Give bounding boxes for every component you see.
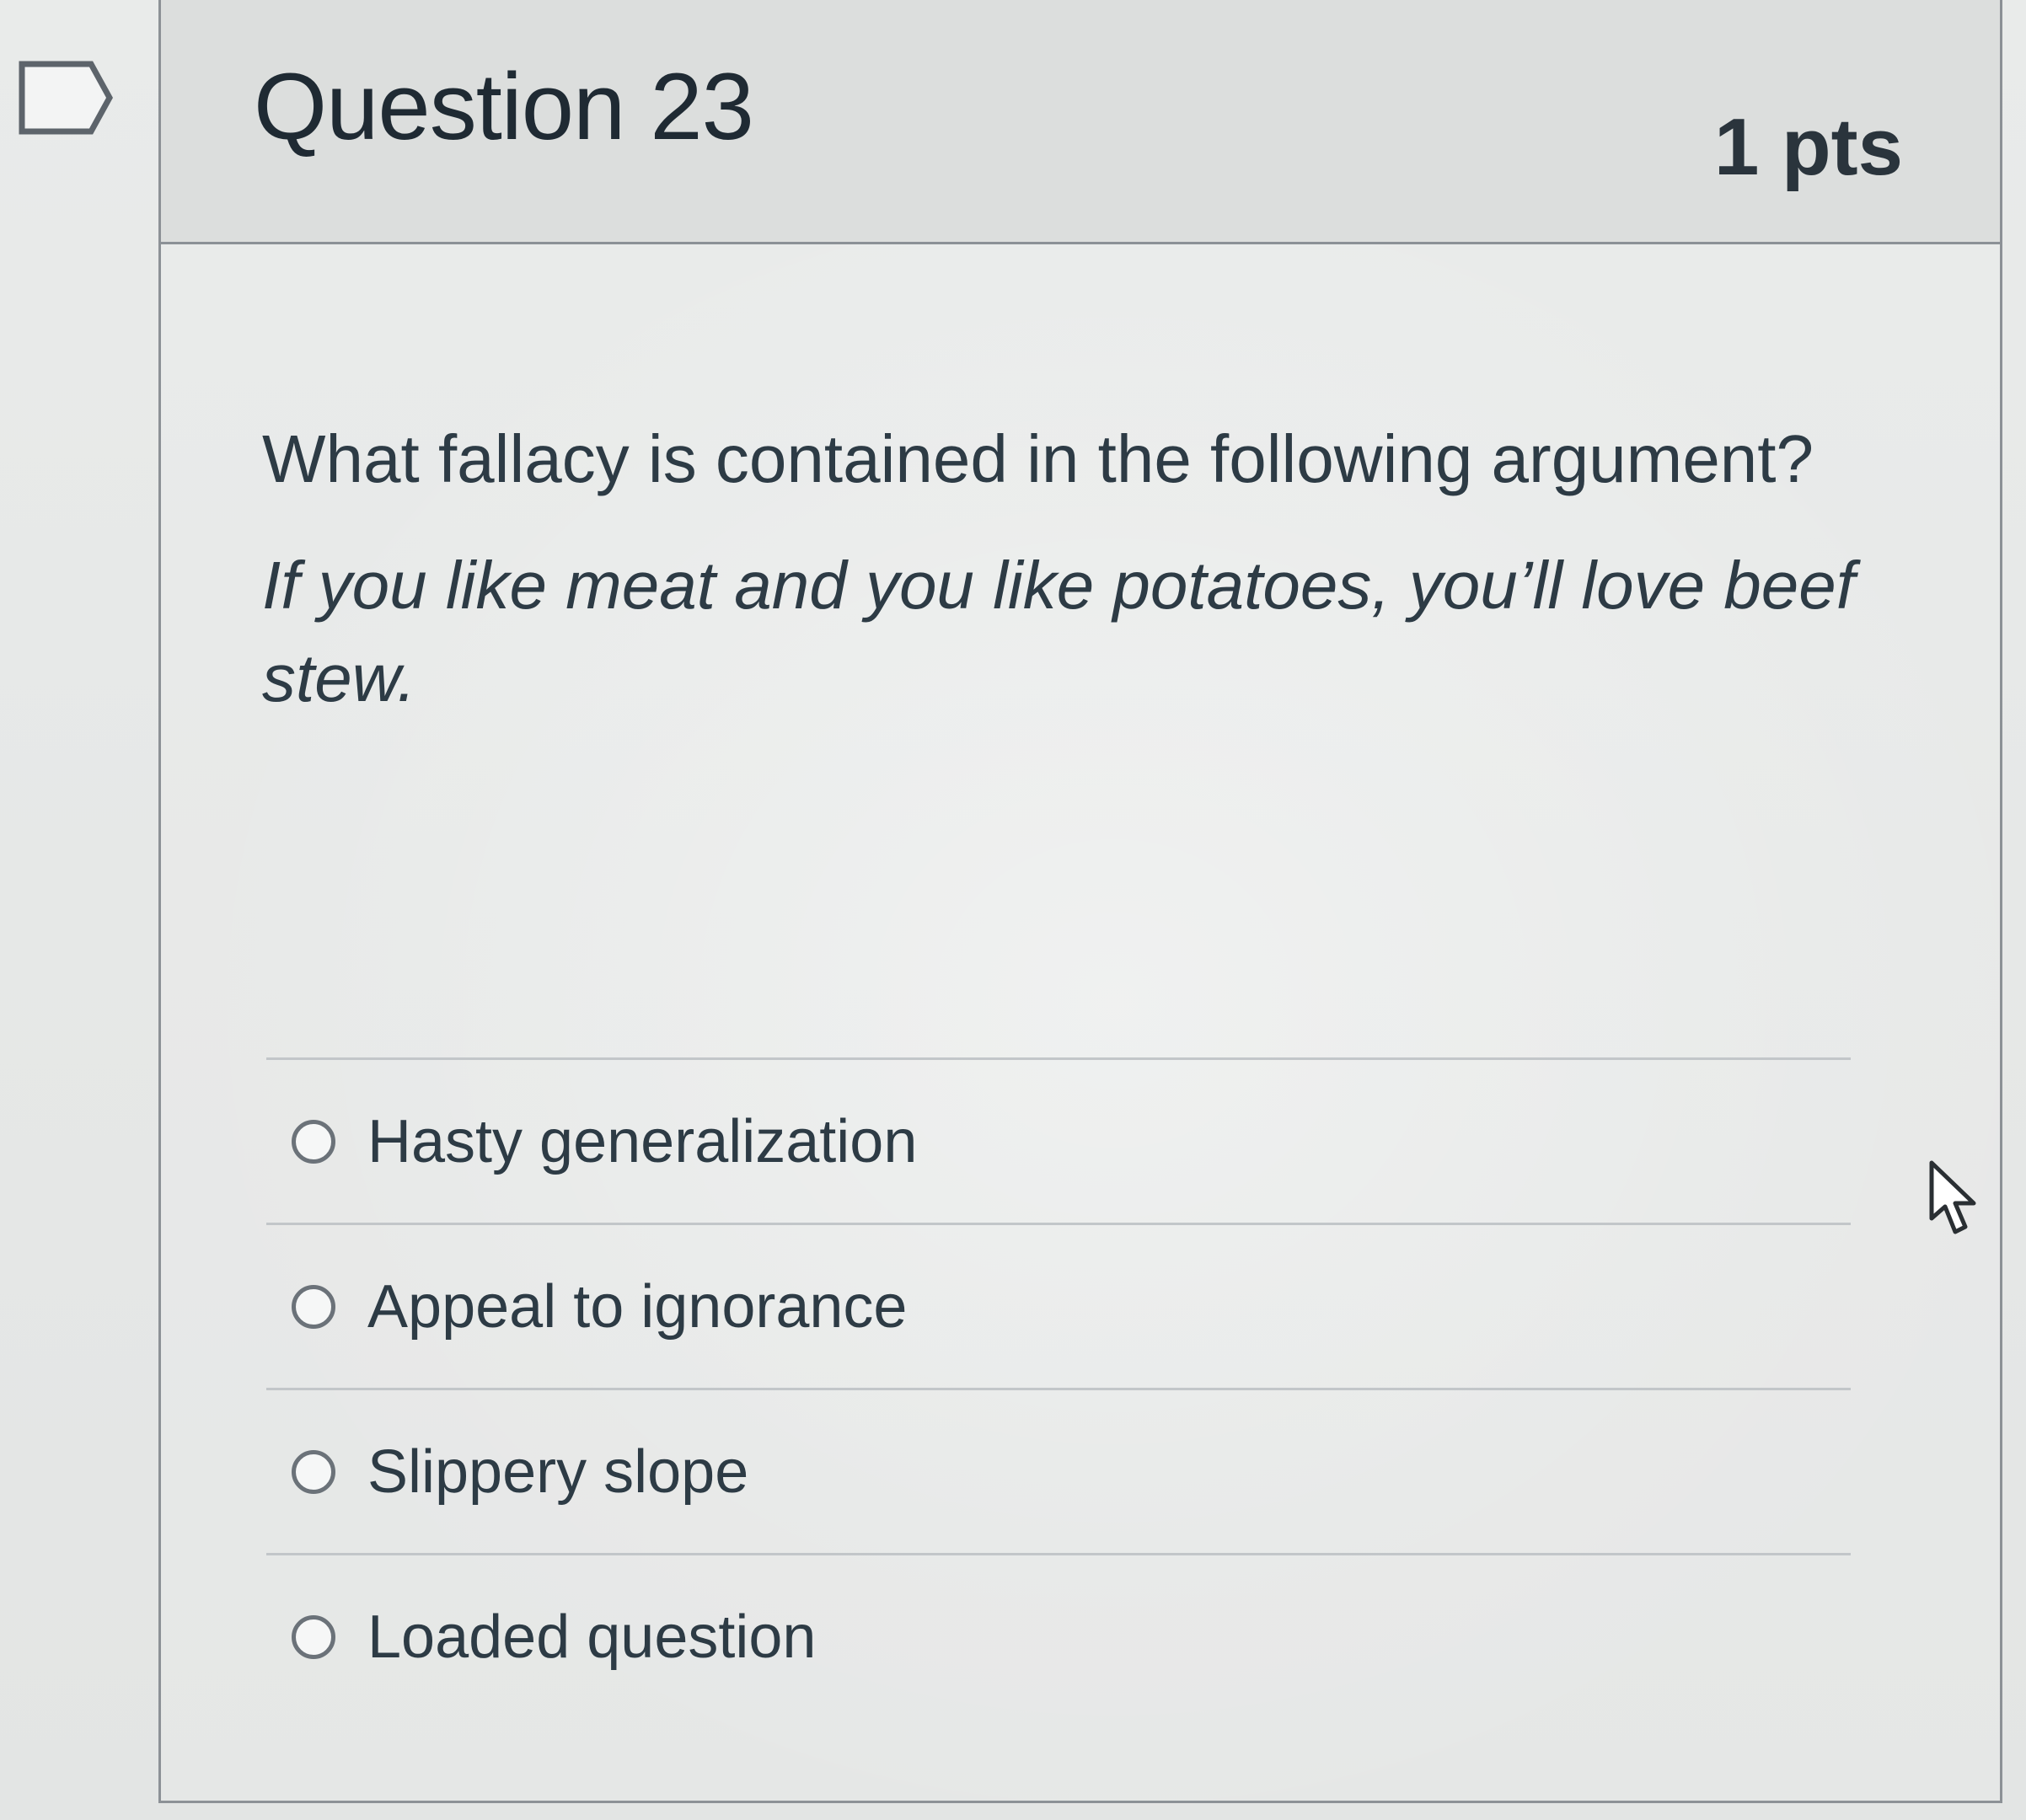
page-background: Question 23 1 pts What fallacy is contai…: [0, 0, 2026, 1820]
radio-button-icon[interactable]: [292, 1119, 335, 1164]
answer-label: Hasty generalization: [367, 1107, 918, 1175]
mouse-pointer-icon: [1928, 1159, 1979, 1239]
answer-option-1[interactable]: Hasty generalization: [266, 1057, 1851, 1223]
answer-label: Slippery slope: [367, 1437, 749, 1506]
question-argument: If you like meat and you like potatoes, …: [262, 548, 1855, 715]
question-title: Question 23: [254, 54, 754, 159]
radio-button-icon[interactable]: [292, 1449, 335, 1494]
question-points: 1 pts: [1713, 102, 1903, 192]
answer-option-2[interactable]: Appeal to ignorance: [266, 1223, 1851, 1388]
question-prompt: What fallacy is contained in the followi…: [262, 421, 1814, 496]
answer-label: Appeal to ignorance: [367, 1272, 908, 1341]
answer-option-4[interactable]: Loaded question: [266, 1553, 1851, 1718]
radio-button-icon[interactable]: [292, 1614, 335, 1659]
answer-label: Loaded question: [367, 1603, 817, 1671]
question-body: What fallacy is contained in the followi…: [262, 413, 1863, 725]
bookmark-flag-icon: [19, 61, 113, 135]
answer-list: Hasty generalization Appeal to ignorance…: [266, 1057, 1851, 1718]
answer-option-3[interactable]: Slippery slope: [266, 1388, 1851, 1553]
radio-button-icon[interactable]: [292, 1284, 335, 1329]
question-card: Question 23 1 pts What fallacy is contai…: [158, 0, 2002, 1803]
flag-question-icon[interactable]: [19, 61, 113, 135]
question-header: Question 23 1 pts: [161, 0, 2000, 244]
